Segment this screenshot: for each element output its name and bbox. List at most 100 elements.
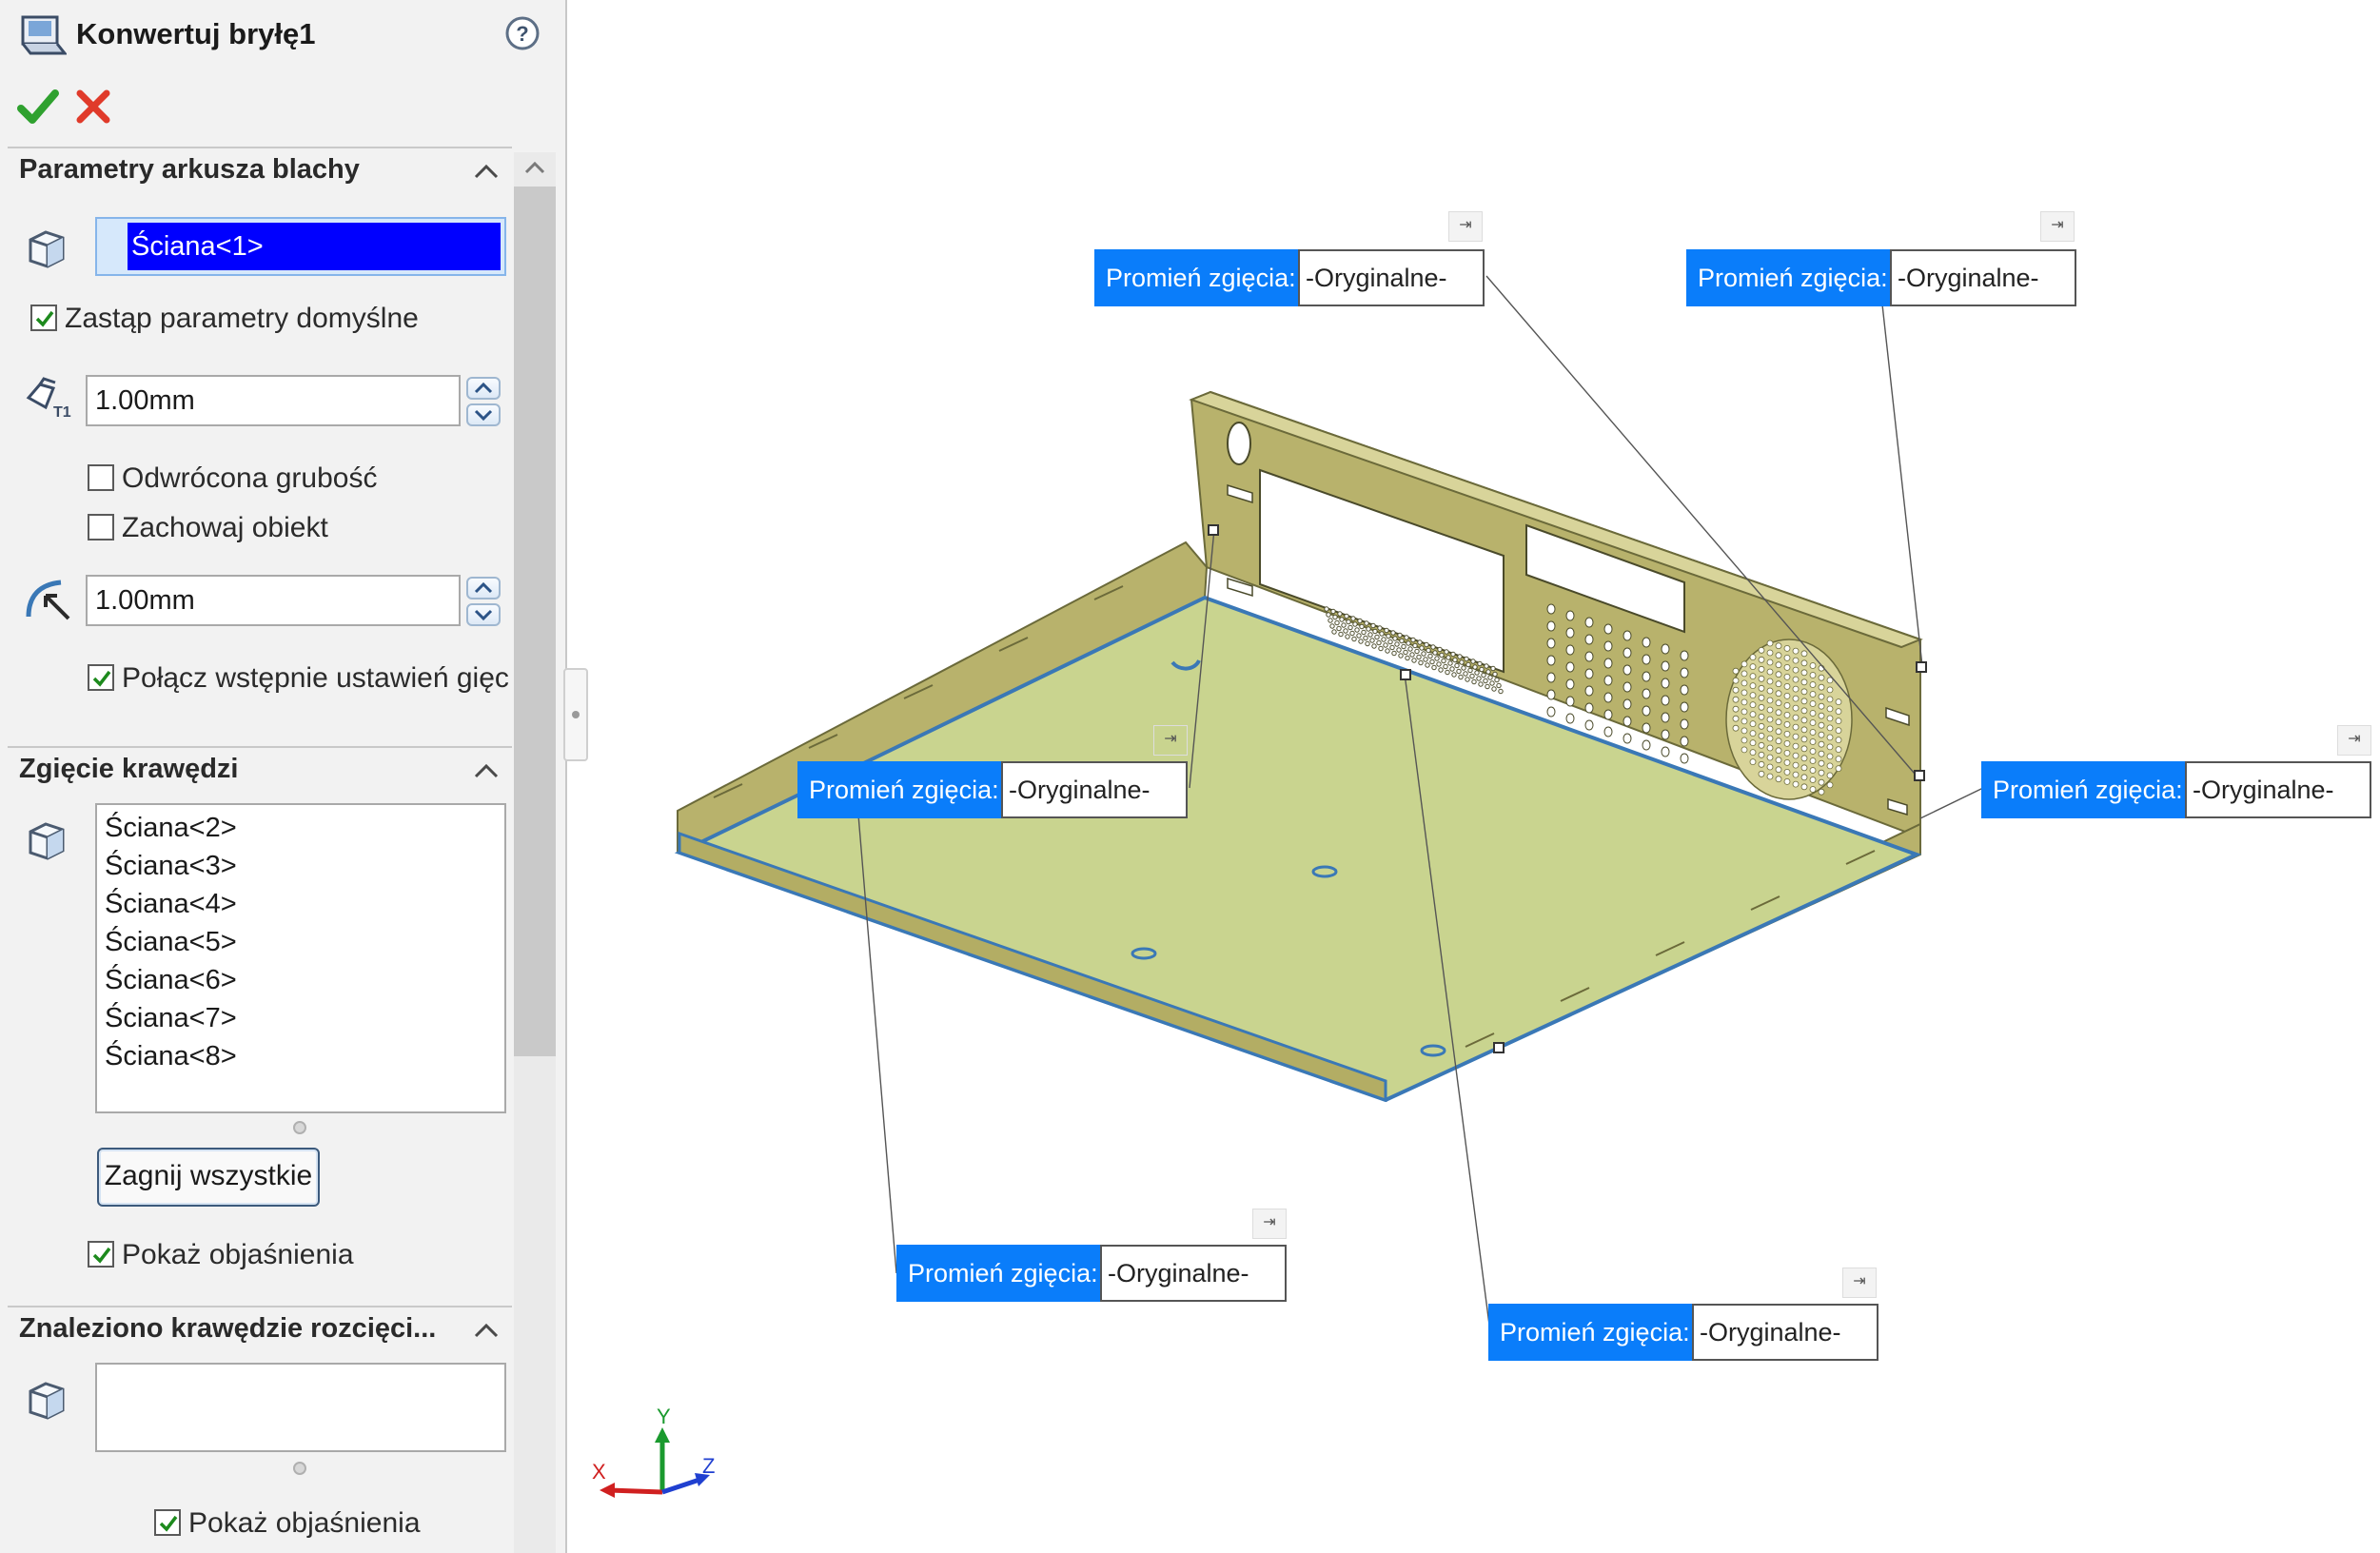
collapse-chevron-icon[interactable] [472,158,501,187]
fan-hole [1775,652,1782,659]
perforation-hole [1603,675,1613,686]
vent-hole [1372,628,1378,635]
vent-hole [1338,631,1344,638]
pin-icon[interactable]: ⇥ [1252,1209,1287,1239]
bend-radius-callout[interactable]: Promień zgięcia: -Oryginalne- [797,761,1188,818]
list-item[interactable]: Ściana<4> [105,889,237,920]
fan-hole [1775,766,1782,774]
rip-show-callouts-checkbox[interactable] [154,1509,181,1536]
fan-hole [1783,664,1791,671]
perforation-hole [1603,692,1613,703]
fan-hole [1800,659,1808,667]
bend-radius-spin-down[interactable] [466,603,501,626]
vent-hole [1456,668,1462,675]
thickness-spin-up[interactable] [466,377,501,400]
list-resize-grip[interactable] [293,1121,306,1134]
help-icon[interactable]: ? [504,15,541,51]
bend-radius-callout[interactable]: Promień zgięcia: -Oryginalne- [1488,1304,1878,1361]
vent-hole [1376,639,1382,646]
svg-text:?: ? [516,22,528,46]
fan-hole [1800,688,1808,696]
collapse-chevron-icon[interactable] [472,757,501,786]
fan-hole [1800,755,1808,762]
callout-value[interactable]: -Oryginalne- [2185,761,2371,818]
fan-hole [1766,649,1774,657]
bend-radius-callout[interactable]: Promień zgięcia: -Oryginalne- [1686,249,2076,306]
fan-hole [1835,698,1842,705]
fan-hole [1792,704,1800,712]
bend-radius-spin-up[interactable] [466,577,501,600]
convert-solid-icon [21,15,67,55]
face-selection-icon [29,230,65,268]
override-default-checkbox[interactable] [30,305,57,331]
cancel-x-icon[interactable] [76,89,110,124]
thickness-icon: T1 [26,377,71,421]
keep-body-label: Zachowaj obiekt [122,512,328,543]
pin-icon[interactable]: ⇥ [1842,1268,1877,1298]
perforation-hole [1642,705,1651,717]
bend-radius-callout[interactable]: Promień zgięcia: -Oryginalne- [896,1245,1287,1302]
perforation-hole [1623,698,1632,710]
rip-edges-list[interactable] [95,1363,506,1452]
perforation-hole [1680,718,1689,730]
vent-hole [1345,634,1350,639]
vent-hole [1331,629,1337,635]
list-item[interactable]: Ściana<8> [105,1041,237,1072]
pin-icon[interactable]: ⇥ [1448,211,1483,242]
show-callouts-checkbox[interactable] [88,1241,114,1268]
collect-all-bends-button[interactable]: Zagnij wszystkie [97,1148,320,1207]
pin-icon[interactable]: ⇥ [2040,211,2075,242]
bend-radius-callout[interactable]: Promień zgięcia: -Oryginalne- [1981,761,2371,818]
callout-value[interactable]: -Oryginalne- [1001,761,1188,818]
fixed-face-field[interactable]: Ściana<1> [95,217,506,276]
perforation-hole [1546,689,1556,700]
callout-value[interactable]: -Oryginalne- [1890,249,2076,306]
section-title-sheet-params: Parametry arkusza blachy [19,154,360,185]
fan-hole [1818,750,1825,757]
thickness-input[interactable]: 1.00mm [86,375,461,426]
list-item[interactable]: Ściana<6> [105,965,237,996]
fan-hole [1826,686,1834,694]
scroll-up-arrow-icon[interactable] [523,158,546,177]
keep-body-checkbox[interactable] [88,514,114,541]
ok-check-icon[interactable] [17,88,59,126]
perforation-hole [1546,655,1556,666]
bend-faces-list[interactable]: Ściana<2> Ściana<3> Ściana<4> Ściana<5> … [95,803,506,1113]
vent-hole [1369,638,1375,643]
fan-hole [1800,669,1808,677]
callout-value[interactable]: -Oryginalne- [1100,1245,1287,1302]
vent-hole [1387,639,1393,645]
vent-hole [1443,663,1448,670]
reverse-thickness-checkbox[interactable] [88,464,114,491]
perforation-hole [1565,696,1575,707]
collapse-chevron-icon[interactable] [472,1317,501,1346]
thickness-spin-down[interactable] [466,403,501,426]
merge-preset-checkbox[interactable] [88,664,114,691]
fan-hole [1835,746,1842,753]
panel-scrollbar-thumb[interactable] [514,187,556,1056]
pin-icon[interactable]: ⇥ [1153,725,1188,756]
fan-hole [1792,733,1800,740]
vent-hole [1423,657,1428,662]
fan-hole [1741,708,1748,716]
list-item[interactable]: Ściana<5> [105,927,237,958]
fan-hole [1783,645,1791,652]
perforation-hole [1603,658,1613,669]
pin-icon[interactable]: ⇥ [2337,725,2371,756]
list-item[interactable]: Ściana<2> [105,813,237,844]
callout-value[interactable]: -Oryginalne- [1692,1304,1878,1361]
bend-radius-input[interactable]: 1.00mm [86,575,461,626]
fan-hole [1826,696,1834,703]
fan-hole [1826,715,1834,722]
vent-hole [1351,636,1357,642]
bend-radius-callout[interactable]: Promień zgięcia: -Oryginalne- [1094,249,1485,306]
list-resize-grip[interactable] [293,1462,306,1475]
list-item[interactable]: Ściana<3> [105,851,237,882]
vent-hole [1419,645,1425,651]
callout-value[interactable]: -Oryginalne- [1298,249,1485,306]
vent-hole [1471,678,1477,685]
vent-hole [1367,632,1373,638]
perforation-hole [1680,753,1689,764]
list-item[interactable]: Ściana<7> [105,1003,237,1034]
fan-hole [1775,728,1782,736]
